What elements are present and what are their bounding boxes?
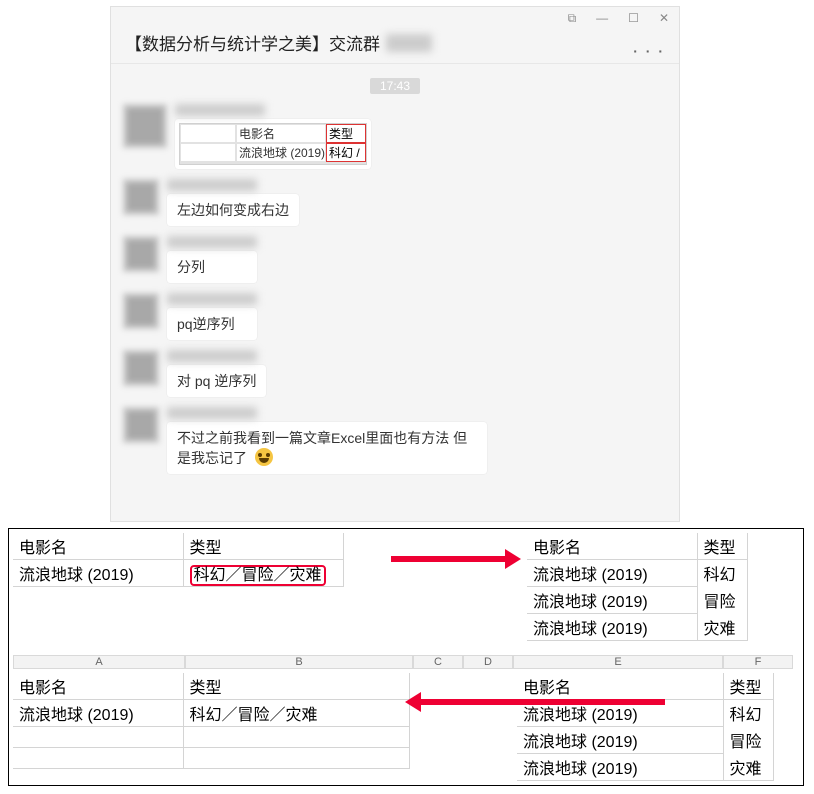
sender-name-redacted — [167, 350, 257, 362]
th-type: 类型 — [723, 673, 773, 700]
col-label: C — [413, 655, 463, 669]
message-bubble[interactable]: 对 pq 逆序列 — [167, 365, 266, 397]
chat-window: ⧉ — ☐ ✕ 【数据分析与统计学之美】交流群 · · · 17:43 电影名 … — [110, 6, 680, 522]
td-type: 冒险 — [723, 727, 773, 754]
chat-title: 【数据分析与统计学之美】交流群 — [111, 28, 679, 64]
col-label: B — [185, 655, 413, 669]
sender-name-redacted — [167, 236, 257, 248]
arrow-left-icon — [419, 699, 665, 705]
col-label: D — [463, 655, 513, 669]
message-row: 对 pq 逆序列 — [123, 350, 667, 397]
message-row: pq逆序列 — [123, 293, 667, 340]
avatar[interactable] — [123, 236, 159, 272]
td-type: 灾难 — [697, 614, 747, 641]
message-row: 不过之前我看到一篇文章Excel里面也有方法 但是我忘记了 — [123, 407, 667, 474]
avatar[interactable] — [123, 293, 159, 329]
laugh-emoji-icon — [255, 448, 273, 466]
td-type: 灾难 — [723, 754, 773, 781]
td-name: 流浪地球 (2019) — [13, 560, 183, 587]
avatar[interactable] — [123, 350, 159, 386]
message-bubble[interactable]: 不过之前我看到一篇文章Excel里面也有方法 但是我忘记了 — [167, 422, 487, 474]
sender-name-redacted — [175, 104, 265, 116]
th-type: 类型 — [183, 533, 343, 560]
td-type: 科幻 — [697, 560, 747, 587]
td-name: 流浪地球 (2019) — [527, 587, 697, 614]
table-source-top: 电影名 类型 流浪地球 (2019) 科幻／冒险／灾难 — [13, 533, 344, 587]
message-bubble[interactable]: pq逆序列 — [167, 308, 257, 340]
td-type: 科幻／冒险／灾难 — [183, 700, 409, 727]
table-result-bottom: 电影名 类型 流浪地球 (2019) 科幻 流浪地球 (2019) 冒险 流浪地… — [517, 673, 774, 781]
mini-header-name: 电影名 — [236, 124, 326, 143]
th-name: 电影名 — [13, 673, 183, 700]
table-result-top: 电影名 类型 流浪地球 (2019) 科幻 流浪地球 (2019) 冒险 流浪地… — [527, 533, 748, 641]
th-type: 类型 — [183, 673, 409, 700]
excel-thumbnail: 电影名 类型 流浪地球 (2019) 科幻 / — [179, 123, 367, 165]
th-name: 电影名 — [13, 533, 183, 560]
col-label: F — [723, 655, 793, 669]
td-name: 流浪地球 (2019) — [527, 614, 697, 641]
close-icon[interactable]: ✕ — [659, 11, 669, 26]
th-type: 类型 — [697, 533, 747, 560]
avatar[interactable] — [123, 407, 159, 443]
td-type: 科幻／冒险／灾难 — [183, 560, 343, 587]
td-name: 流浪地球 (2019) — [517, 727, 723, 754]
diagram-panel: 电影名 类型 流浪地球 (2019) 科幻／冒险／灾难 电影名 类型 流浪地球 … — [8, 528, 804, 786]
message-row: 左边如何变成右边 — [123, 179, 667, 226]
mini-header-type: 类型 — [326, 124, 366, 143]
timestamp-badge: 17:43 — [370, 78, 420, 94]
minimize-icon[interactable]: — — [596, 11, 608, 26]
td-type: 科幻 — [723, 700, 773, 727]
mini-cell-type: 科幻 / — [326, 143, 366, 162]
col-label: E — [513, 655, 723, 669]
col-label: A — [13, 655, 185, 669]
table-source-bottom: 电影名 类型 流浪地球 (2019) 科幻／冒险／灾难 — [13, 673, 410, 769]
sender-name-redacted — [167, 293, 257, 305]
td-name: 流浪地球 (2019) — [517, 754, 723, 781]
pin-icon[interactable]: ⧉ — [568, 11, 577, 26]
avatar[interactable] — [123, 179, 159, 215]
mini-cell-name: 流浪地球 (2019) — [236, 143, 326, 162]
arrow-right-icon — [391, 556, 507, 562]
th-name: 电影名 — [527, 533, 697, 560]
chat-title-text: 【数据分析与统计学之美】交流群 — [125, 30, 380, 55]
message-text: 不过之前我看到一篇文章Excel里面也有方法 但是我忘记了 — [177, 430, 467, 466]
td-name: 流浪地球 (2019) — [13, 700, 183, 727]
more-icon[interactable]: · · · — [633, 43, 665, 59]
td-name: 流浪地球 (2019) — [527, 560, 697, 587]
sender-name-redacted — [167, 179, 257, 191]
chat-body: 17:43 电影名 类型 流浪地球 (2019) — [111, 64, 679, 492]
td-type: 冒险 — [697, 587, 747, 614]
th-name: 电影名 — [517, 673, 723, 700]
message-bubble[interactable]: 左边如何变成右边 — [167, 194, 299, 226]
message-row: 电影名 类型 流浪地球 (2019) 科幻 / — [123, 104, 667, 169]
window-controls: ⧉ — ☐ ✕ — [111, 7, 679, 28]
message-bubble-image[interactable]: 电影名 类型 流浪地球 (2019) 科幻 / — [175, 119, 371, 169]
redacted-text — [386, 34, 432, 52]
message-bubble[interactable]: 分列 — [167, 251, 257, 283]
spreadsheet-col-headers: A B C D E F — [13, 655, 793, 669]
sender-name-redacted — [167, 407, 257, 419]
message-row: 分列 — [123, 236, 667, 283]
avatar[interactable] — [123, 104, 167, 148]
maximize-icon[interactable]: ☐ — [628, 11, 639, 26]
